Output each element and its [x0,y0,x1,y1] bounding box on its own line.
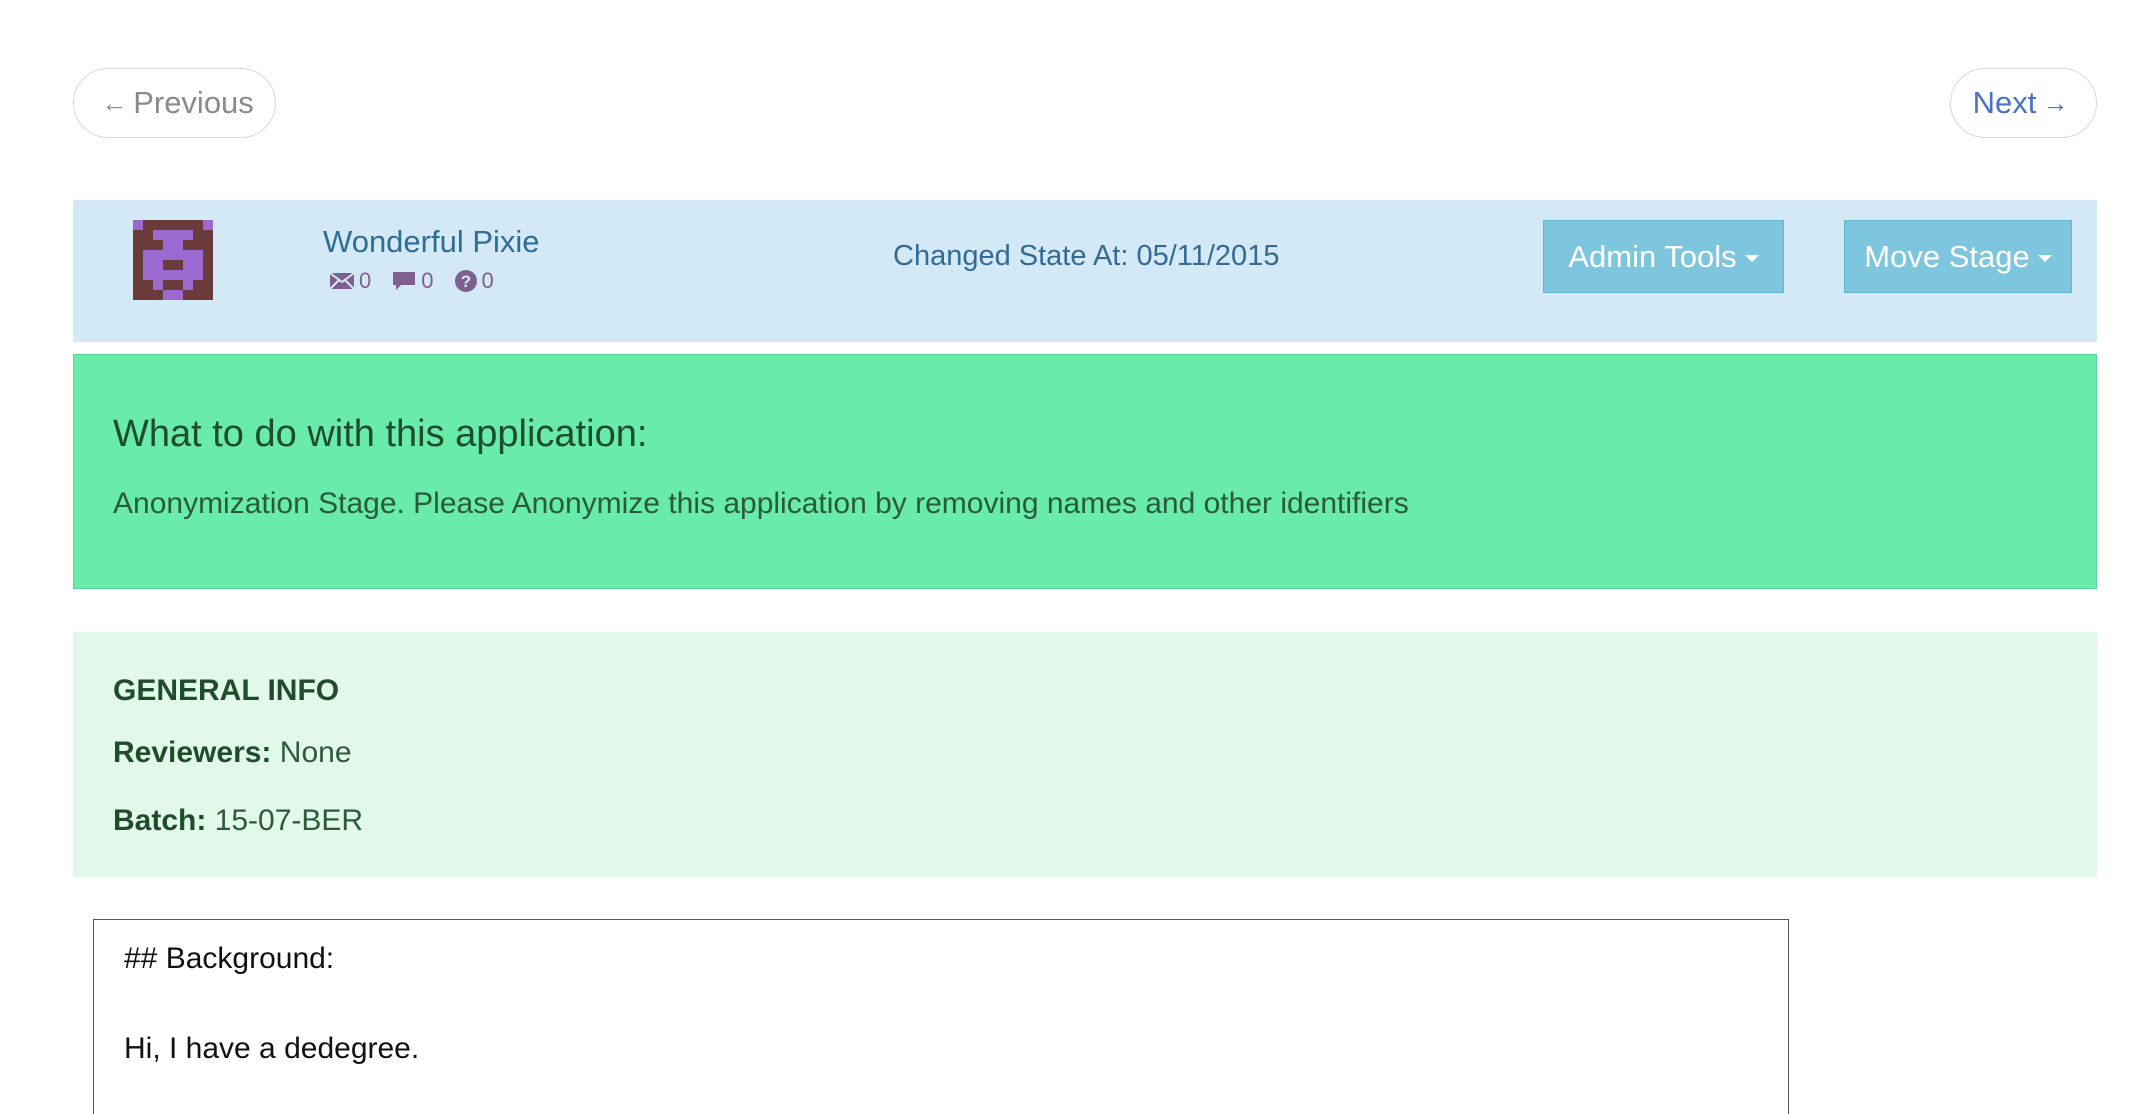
application-review-page: ← Previous Next → Wonderful Pixie 0 0 ? … [0,0,2152,1114]
instructions-panel: What to do with this application: Anonym… [73,354,2097,589]
instructions-heading: What to do with this application: [113,413,648,455]
next-button[interactable]: Next → [1950,68,2097,138]
messages-counter[interactable]: 0 [329,268,371,294]
admin-tools-dropdown[interactable]: Admin Tools [1543,220,1784,293]
caret-down-icon [1744,255,1759,262]
reviewers-value: None [279,736,352,769]
next-label: Next [1972,85,2037,120]
messages-count: 0 [359,268,372,293]
comments-counter[interactable]: 0 [391,268,434,294]
batch-value: 15-07-BER [214,804,364,837]
move-stage-label: Move Stage [1864,238,2030,274]
application-header: Wonderful Pixie 0 0 ? 0 Changed State At… [73,200,2097,342]
svg-text:?: ? [460,272,470,291]
comments-count: 0 [421,268,434,293]
questions-count: 0 [481,268,494,293]
batch-label: Batch: [113,804,207,837]
changed-state-date: Changed State At: 05/11/2015 [893,240,1280,272]
envelope-icon [329,272,355,290]
admin-tools-label: Admin Tools [1568,238,1737,274]
arrow-left-icon: ← [101,87,128,118]
previous-button[interactable]: ← Previous [73,68,276,138]
comment-icon [393,272,416,290]
reviewers-label: Reviewers: [113,736,272,769]
caret-down-icon [2037,255,2052,262]
reviewers-row: Reviewers: None [113,736,352,770]
move-stage-dropdown[interactable]: Move Stage [1844,220,2072,293]
application-text-area[interactable]: ## Background: Hi, I have a dedegree. [93,919,1789,1114]
arrow-right-icon: → [2042,87,2069,118]
counters: 0 0 ? 0 [329,268,494,294]
previous-label: Previous [133,85,254,120]
applicant-name[interactable]: Wonderful Pixie [323,224,540,260]
general-info-panel: GENERAL INFO Reviewers: None Batch: 15-0… [73,632,2097,877]
instructions-text: Anonymization Stage. Please Anonymize th… [113,487,1409,520]
avatar [133,220,213,300]
question-circle-icon: ? [454,270,477,292]
questions-counter[interactable]: ? 0 [454,268,494,294]
general-info-title: GENERAL INFO [113,674,340,707]
batch-row: Batch: 15-07-BER [113,804,363,838]
